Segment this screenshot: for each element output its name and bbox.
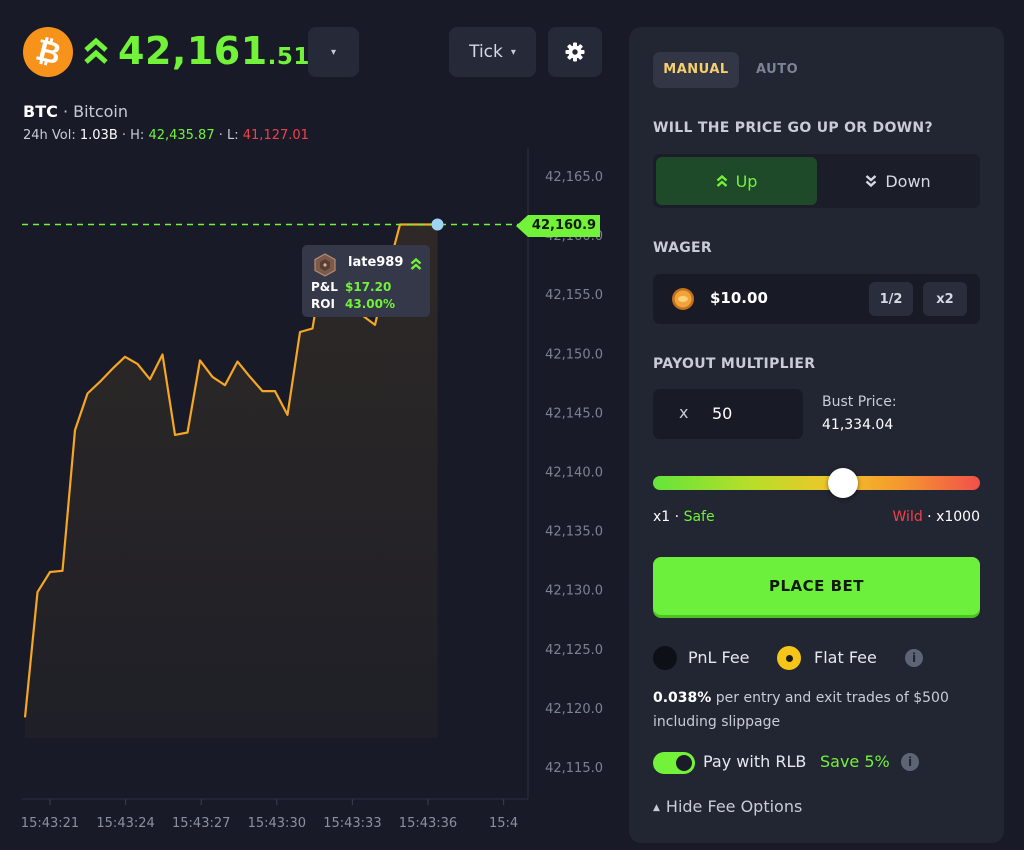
down-button[interactable]: Down xyxy=(819,157,977,205)
chevron-double-down-icon xyxy=(866,175,877,188)
y-tick-label: 42,140.0 xyxy=(545,466,603,481)
up-button[interactable]: Up xyxy=(656,157,817,205)
gear-icon xyxy=(565,42,585,62)
y-tick-label: 42,145.0 xyxy=(545,406,603,421)
current-price-marker xyxy=(431,218,444,231)
rank-badge-icon xyxy=(314,253,336,277)
slider-max-label: Wild · x1000 xyxy=(892,509,980,525)
pnl-row: P&L $17.20 xyxy=(311,280,392,294)
x-tick-label: 15:43:30 xyxy=(248,816,306,831)
y-tick-label: 42,165.0 xyxy=(545,170,603,185)
chevron-down-icon: ▾ xyxy=(330,46,337,58)
current-price-tag-label: 42,160.9 xyxy=(531,218,597,233)
x-tick-label: 15:43:36 xyxy=(399,816,457,831)
direction-toggle: Up Down xyxy=(653,154,980,208)
up-label: Up xyxy=(735,171,758,191)
y-tick-label: 42,115.0 xyxy=(545,761,603,776)
asset-dropdown-button[interactable]: ▾ xyxy=(308,27,359,77)
trader-username: late989 xyxy=(348,255,404,270)
slider-min-label: x1 · Safe xyxy=(653,509,715,525)
current-price: 42,161.51 xyxy=(118,29,310,73)
wager-title: WAGER xyxy=(653,240,712,256)
multiplier-value[interactable]: 50 xyxy=(712,404,732,423)
tab-auto[interactable]: AUTO xyxy=(756,52,798,88)
save-percentage: Save 5% xyxy=(820,752,890,771)
pair-symbol: BTC xyxy=(23,102,58,121)
flat-fee-radio[interactable] xyxy=(777,646,801,670)
price-up-chevrons-icon xyxy=(84,37,108,64)
caret-up-icon: ▲ xyxy=(653,803,660,813)
pnl-fee-label[interactable]: PnL Fee xyxy=(688,648,750,667)
pnl-value: $17.20 xyxy=(345,280,392,294)
multiplier-prefix: x xyxy=(679,403,689,422)
roi-value: 43.00% xyxy=(345,297,395,311)
y-tick-label: 42,125.0 xyxy=(545,643,603,658)
coin-icon xyxy=(672,288,694,310)
roi-row: ROI 43.00% xyxy=(311,297,395,311)
fee-info-icon[interactable]: i xyxy=(905,649,923,667)
pair-label: BTC · Bitcoin xyxy=(23,102,128,121)
bet-panel: MANUAL AUTO WILL THE PRICE GO UP OR DOWN… xyxy=(629,27,1004,843)
double-wager-button[interactable]: x2 xyxy=(923,282,967,316)
trend-up-icon xyxy=(410,257,422,270)
multiplier-slider[interactable] xyxy=(653,476,980,490)
y-tick-label: 42,150.0 xyxy=(545,347,603,362)
y-tick-label: 42,135.0 xyxy=(545,525,603,540)
down-label: Down xyxy=(885,171,931,191)
trader-tooltip: late989 P&L $17.20 ROI 43.00% xyxy=(302,245,430,317)
half-wager-button[interactable]: 1/2 xyxy=(869,282,913,316)
x-tick-label: 15:43:33 xyxy=(323,816,381,831)
hide-fee-options-button[interactable]: ▲ Hide Fee Options xyxy=(653,797,802,816)
pay-with-rlb-label: Pay with RLB xyxy=(703,752,807,771)
pay-with-rlb-toggle[interactable] xyxy=(653,752,695,774)
chart-type-dropdown[interactable]: Tick ▾ xyxy=(449,27,536,77)
place-bet-button[interactable]: PLACE BET xyxy=(653,557,980,615)
rlb-info-icon[interactable]: i xyxy=(901,753,919,771)
y-tick-label: 42,155.0 xyxy=(545,288,603,303)
x-tick-label: 15:43:24 xyxy=(96,816,154,831)
slider-handle[interactable] xyxy=(828,468,858,498)
fee-description: 0.038% per entry and exit trades of $500… xyxy=(653,690,949,730)
x-tick-label: 15:4 xyxy=(489,816,518,831)
bust-price-label: Bust Price: xyxy=(822,394,897,410)
pnl-fee-radio[interactable] xyxy=(653,646,677,670)
pair-name: Bitcoin xyxy=(73,102,128,121)
y-tick-label: 42,120.0 xyxy=(545,702,603,717)
direction-question: WILL THE PRICE GO UP OR DOWN? xyxy=(653,120,933,136)
wager-input[interactable]: $10.00 1/2 x2 xyxy=(653,274,980,324)
y-tick-label: 42,130.0 xyxy=(545,584,603,599)
flat-fee-label[interactable]: Flat Fee xyxy=(814,648,877,667)
bust-price-value: 41,334.04 xyxy=(822,417,894,433)
x-tick-label: 15:43:21 xyxy=(21,816,79,831)
current-price-tag: 42,160.9 xyxy=(516,215,600,237)
x-tick-label: 15:43:27 xyxy=(172,816,230,831)
chart-type-label: Tick xyxy=(469,42,503,62)
tab-manual[interactable]: MANUAL xyxy=(653,52,739,88)
chevron-double-up-icon xyxy=(716,174,727,187)
payout-title: PAYOUT MULTIPLIER xyxy=(653,356,816,372)
wager-value[interactable]: $10.00 xyxy=(710,289,768,307)
settings-button[interactable] xyxy=(548,27,602,77)
bitcoin-logo-icon: ₿ xyxy=(23,27,73,77)
chevron-down-icon: ▾ xyxy=(510,46,516,58)
multiplier-input[interactable]: x 50 xyxy=(653,389,803,439)
